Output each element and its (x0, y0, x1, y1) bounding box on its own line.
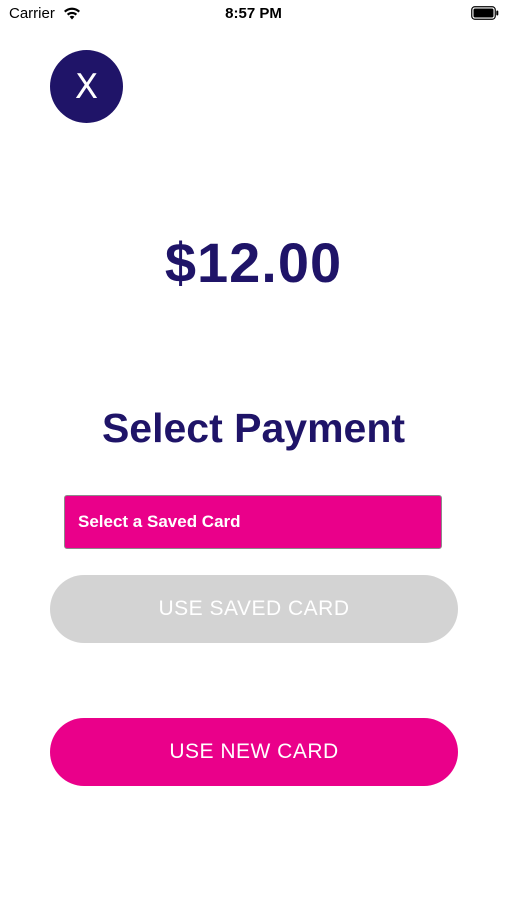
close-button[interactable]: X (50, 50, 123, 123)
saved-card-select[interactable]: Select a Saved Card (64, 495, 442, 549)
saved-card-select-label: Select a Saved Card (78, 512, 241, 531)
payment-screen: Carrier 8:57 PM X $12.00 Select Payment … (0, 0, 507, 900)
status-bar: Carrier 8:57 PM (0, 0, 507, 28)
use-saved-card-button[interactable]: USE SAVED CARD (50, 575, 458, 643)
battery-icon (471, 6, 499, 20)
status-time: 8:57 PM (225, 5, 282, 22)
payment-amount: $12.00 (164, 231, 343, 294)
close-icon: X (74, 66, 99, 107)
use-new-card-button[interactable]: USE NEW CARD (50, 718, 458, 786)
use-saved-card-label: USE SAVED CARD (158, 597, 350, 620)
select-payment-title: Select Payment (101, 405, 406, 451)
use-new-card-label: USE NEW CARD (169, 740, 339, 763)
